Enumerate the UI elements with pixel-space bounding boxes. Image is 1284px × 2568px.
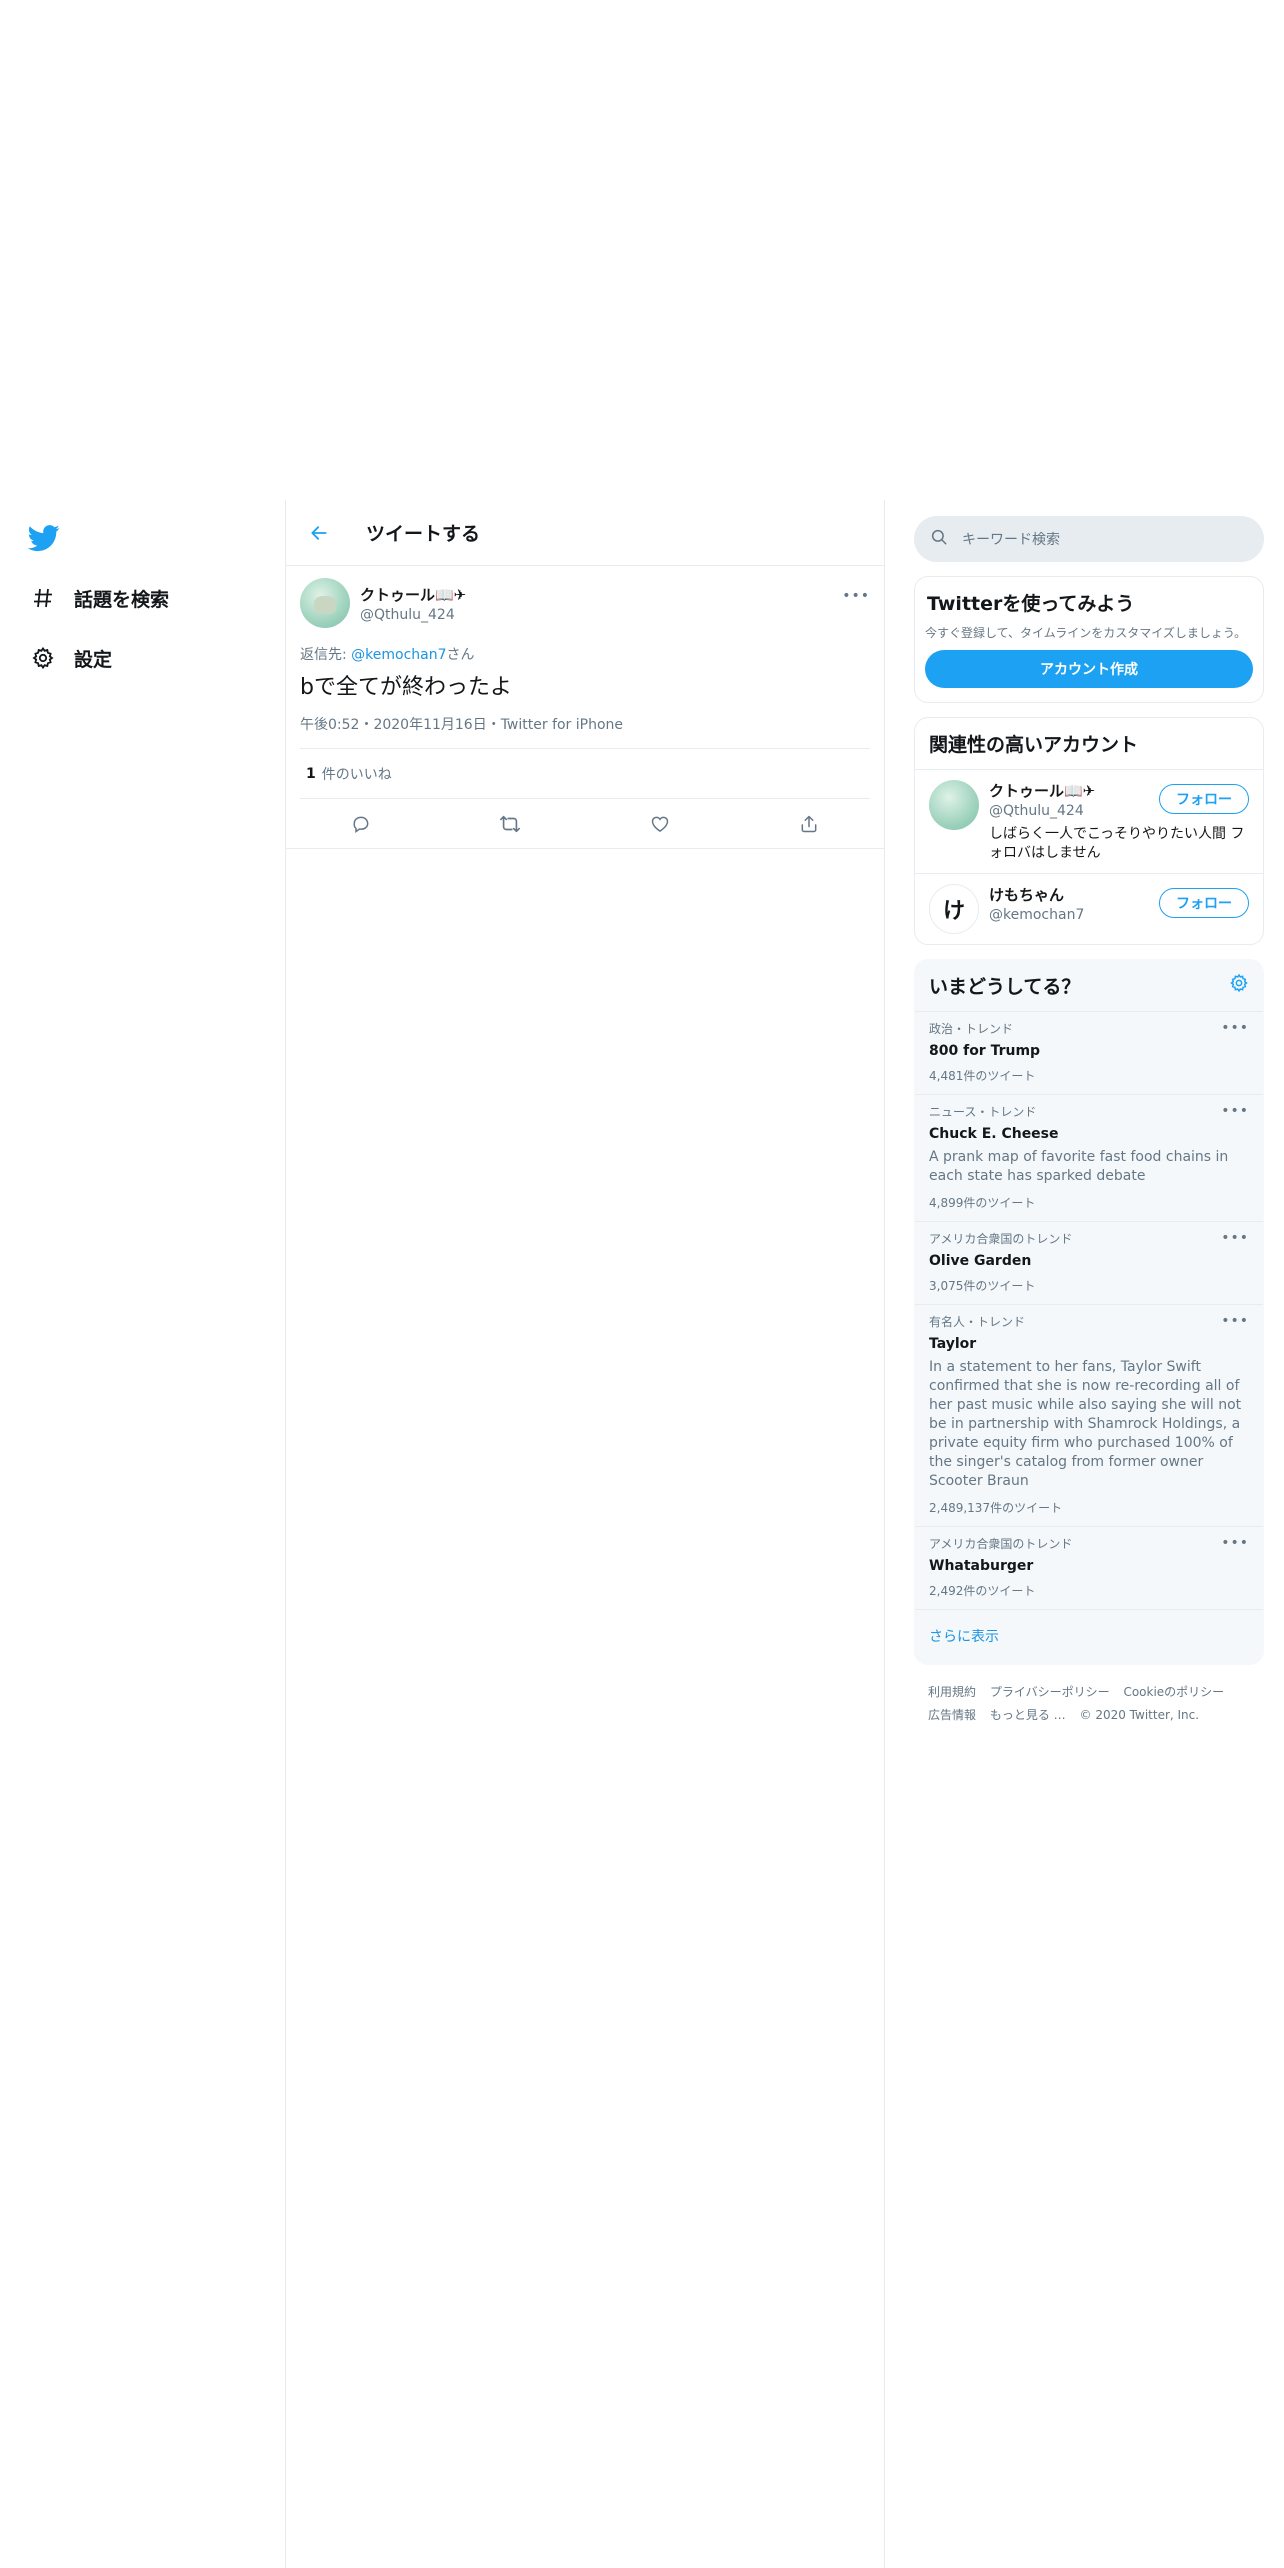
- trend-context: アメリカ合衆国のトレンド: [929, 1537, 1073, 1551]
- signup-card: Twitterを使ってみよう 今すぐ登録して、タイムラインをカスタマイズしましょ…: [914, 576, 1264, 703]
- main-column: ツイートする クトゥール📖✈ @Qthulu_424 ••• 返信先: @kem…: [285, 500, 885, 2568]
- reply-suffix: さん: [446, 647, 475, 663]
- tweet-text: bで全てが終わったよ: [300, 675, 512, 700]
- relevant-accounts-card: 関連性の高いアカウント クトゥール📖✈ @Qthulu_424 しばらく一人でこ…: [914, 717, 1264, 945]
- account-item[interactable]: け けもちゃん @kemochan7 フォロー: [915, 874, 1263, 944]
- footer-link[interactable]: 利用規約: [928, 1685, 976, 1699]
- nav-settings-label: 設定: [74, 648, 113, 671]
- trend-count: 2,492件のツイート: [929, 1584, 1036, 1598]
- tweet-actions: [286, 799, 884, 849]
- trend-name: Olive Garden: [929, 1253, 1032, 1269]
- avatar[interactable]: け: [929, 884, 979, 934]
- author-display-name[interactable]: クトゥール📖✈: [360, 584, 466, 605]
- gear-icon: [28, 643, 58, 673]
- trend-count: 2,489,137件のツイート: [929, 1501, 1063, 1515]
- more-options-icon[interactable]: •••: [1221, 1230, 1249, 1246]
- account-bio: しばらく一人でこっそりやりたい人間 フォロバはしません: [989, 826, 1245, 861]
- avatar[interactable]: [300, 578, 350, 628]
- reply-icon[interactable]: [346, 809, 376, 839]
- relevant-accounts-title: 関連性の高いアカウント: [915, 718, 1263, 770]
- trend-item[interactable]: 政治・トレンド 800 for Trump 4,481件のツイート •••: [915, 1012, 1263, 1095]
- nav-explore-label: 話題を検索: [74, 588, 170, 611]
- footer-link[interactable]: プライバシーポリシー: [990, 1685, 1110, 1699]
- trend-name: Chuck E. Cheese: [929, 1126, 1059, 1142]
- likes-count[interactable]: 1 件のいいね: [300, 749, 870, 799]
- search-icon: [930, 528, 948, 550]
- page-header: ツイートする: [286, 500, 884, 566]
- reply-prefix: 返信先:: [300, 647, 352, 663]
- trend-item[interactable]: 有名人・トレンド Taylor In a statement to her fa…: [915, 1305, 1263, 1527]
- twitter-logo-icon[interactable]: [27, 522, 60, 554]
- tweet-meta[interactable]: 午後0:52・2020年11月16日・Twitter for iPhone: [300, 714, 870, 749]
- reply-mention-link[interactable]: @kemochan7: [351, 647, 446, 663]
- trend-name: Whataburger: [929, 1558, 1034, 1574]
- likes-label: 件のいいね: [321, 766, 392, 783]
- trend-description: In a statement to her fans, Taylor Swift…: [929, 1359, 1242, 1489]
- more-options-icon[interactable]: •••: [1221, 1103, 1249, 1119]
- like-icon[interactable]: [645, 809, 675, 839]
- tweet-detail: クトゥール📖✈ @Qthulu_424 ••• 返信先: @kemochan7さ…: [286, 566, 884, 849]
- follow-button[interactable]: フォロー: [1159, 888, 1249, 918]
- trend-context: アメリカ合衆国のトレンド: [929, 1232, 1073, 1246]
- trend-count: 4,481件のツイート: [929, 1069, 1036, 1083]
- footer-link[interactable]: 広告情報: [928, 1708, 976, 1722]
- back-arrow-icon[interactable]: [306, 520, 332, 546]
- signup-title: Twitterを使ってみよう: [927, 593, 1135, 615]
- footer: 利用規約 プライバシーポリシー Cookieのポリシー 広告情報 もっと見る ……: [914, 1681, 1264, 1727]
- trend-context: 政治・トレンド: [929, 1022, 1014, 1036]
- create-account-button[interactable]: アカウント作成: [925, 650, 1253, 688]
- show-more-link[interactable]: さらに表示: [915, 1610, 1263, 1664]
- trend-description: A prank map of favorite fast food chains…: [929, 1149, 1229, 1184]
- trend-count: 3,075件のツイート: [929, 1279, 1036, 1293]
- search-input[interactable]: キーワード検索: [914, 516, 1264, 562]
- more-options-icon[interactable]: •••: [1221, 1535, 1249, 1551]
- relevant-title-text: 関連性の高いアカウント: [929, 734, 1139, 756]
- footer-link[interactable]: もっと見る …: [990, 1708, 1066, 1722]
- author-username[interactable]: @Qthulu_424: [360, 607, 466, 623]
- more-options-icon[interactable]: •••: [1221, 1313, 1249, 1329]
- search-placeholder: キーワード検索: [962, 532, 1060, 548]
- gear-icon[interactable]: [1229, 973, 1249, 998]
- trend-item[interactable]: アメリカ合衆国のトレンド Whataburger 2,492件のツイート •••: [915, 1527, 1263, 1610]
- hashtag-icon: [28, 583, 58, 613]
- signup-description: 今すぐ登録して、タイムラインをカスタマイズしましょう。: [925, 626, 1247, 640]
- account-item[interactable]: クトゥール📖✈ @Qthulu_424 しばらく一人でこっそりやりたい人間 フォ…: [915, 770, 1263, 874]
- trend-item[interactable]: アメリカ合衆国のトレンド Olive Garden 3,075件のツイート ••…: [915, 1222, 1263, 1305]
- tweet-author[interactable]: クトゥール📖✈ @Qthulu_424: [300, 576, 870, 630]
- trend-item[interactable]: ニュース・トレンド Chuck E. Cheese A prank map of…: [915, 1095, 1263, 1222]
- share-icon[interactable]: [794, 809, 824, 839]
- more-options-icon[interactable]: •••: [1221, 1020, 1249, 1036]
- trend-count: 4,899件のツイート: [929, 1196, 1036, 1210]
- likes-number: 1: [306, 765, 316, 782]
- nav-explore[interactable]: 話題を検索: [28, 578, 169, 618]
- nav-settings[interactable]: 設定: [28, 638, 112, 678]
- sidebar-right: キーワード検索 Twitterを使ってみよう 今すぐ登録して、タイムラインをカス…: [914, 500, 1264, 1727]
- more-options-icon[interactable]: •••: [842, 588, 870, 604]
- trend-context: ニュース・トレンド: [929, 1105, 1037, 1119]
- trends-title: いまどうしてる？: [929, 976, 1081, 998]
- footer-link[interactable]: Cookieのポリシー: [1123, 1685, 1224, 1699]
- page-title: ツイートする: [366, 523, 481, 545]
- trends-card: いまどうしてる？ 政治・トレンド 800 for Trump 4,481件のツイ…: [914, 959, 1264, 1665]
- reply-to: 返信先: @kemochan7さん: [300, 644, 870, 664]
- trend-context: 有名人・トレンド: [929, 1315, 1026, 1329]
- copyright: © 2020 Twitter, Inc.: [1079, 1708, 1200, 1722]
- follow-button[interactable]: フォロー: [1159, 784, 1249, 814]
- trends-header: いまどうしてる？: [915, 960, 1263, 1012]
- trend-name: Taylor: [929, 1336, 977, 1352]
- avatar[interactable]: [929, 780, 979, 830]
- retweet-icon[interactable]: [495, 809, 525, 839]
- trend-name: 800 for Trump: [929, 1043, 1041, 1059]
